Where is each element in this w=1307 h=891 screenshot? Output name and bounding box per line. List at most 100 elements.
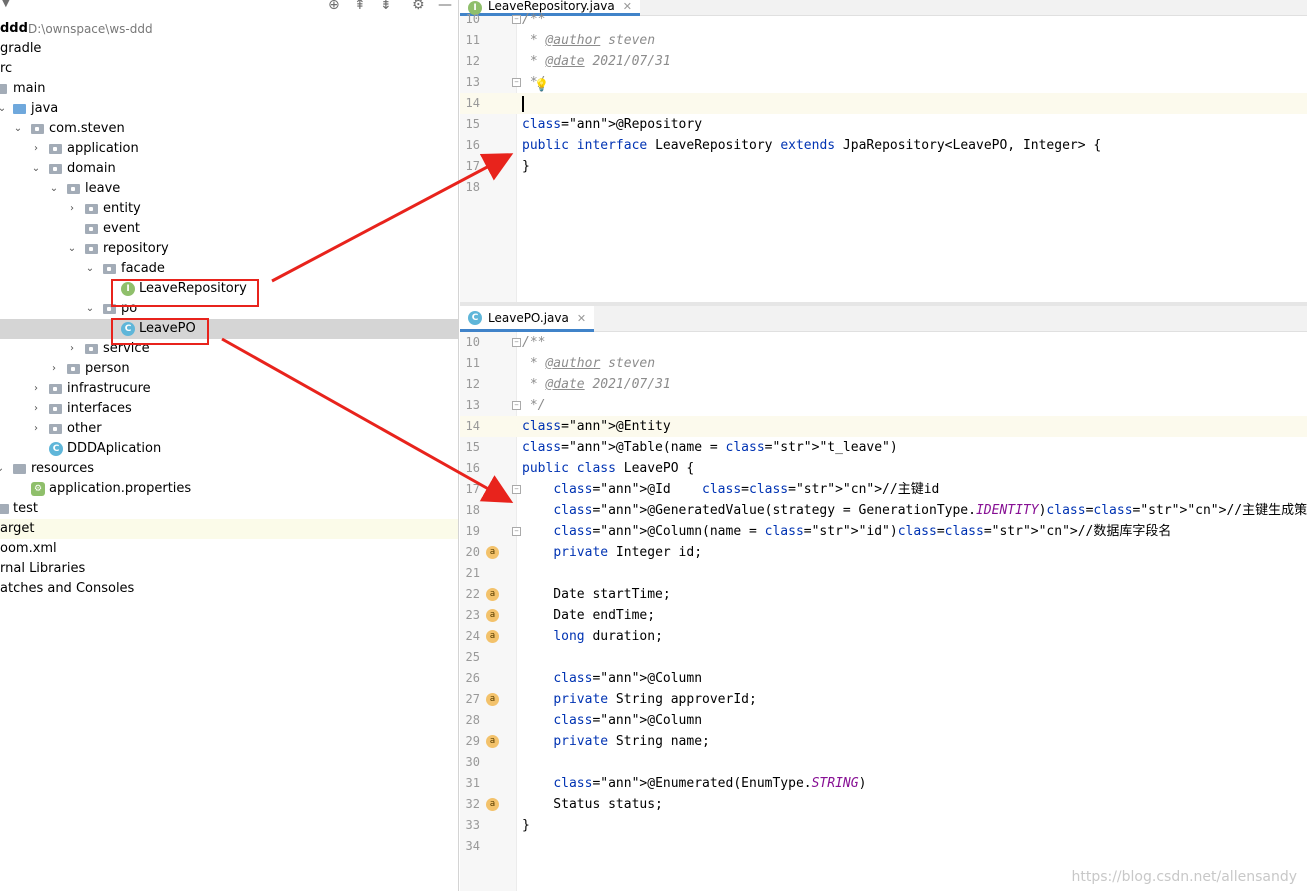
chevron-down-icon[interactable]: ⌄ <box>48 179 60 199</box>
chevron-down-icon[interactable]: ⌄ <box>84 299 96 319</box>
tree-item-external-libraries[interactable]: rnal Libraries <box>0 559 458 579</box>
dropdown-chevron-icon[interactable]: ▼ <box>2 0 10 9</box>
code-line[interactable]: 18 <box>460 177 1307 198</box>
tree-item-dddaplication[interactable]: C DDDAplication <box>0 439 458 459</box>
code-line[interactable]: 11 * @author steven <box>460 30 1307 51</box>
line-number: 25 <box>465 650 480 664</box>
project-toolbar: ▼ ⊕ ⇞ ⇟ ⚙ — <box>0 0 458 14</box>
tree-item-event[interactable]: event <box>0 219 458 239</box>
minimize-icon[interactable]: — <box>438 0 452 13</box>
tree-item-test[interactable]: test <box>0 499 458 519</box>
fold-icon[interactable]: − <box>512 401 521 410</box>
chevron-down-icon[interactable]: ⌄ <box>0 459 6 479</box>
code-line[interactable]: 25 <box>460 647 1307 668</box>
tree-item-scratches[interactable]: atches and Consoles <box>0 579 458 599</box>
tree-item-main[interactable]: main <box>0 79 458 99</box>
code-line[interactable]: 14 class="ann">@Entity <box>460 416 1307 437</box>
code-line[interactable]: 10 −/** <box>460 332 1307 353</box>
code-line[interactable]: 11 * @author steven <box>460 353 1307 374</box>
chevron-right-icon[interactable]: › <box>66 339 78 359</box>
chevron-right-icon[interactable]: › <box>48 359 60 379</box>
close-icon[interactable]: ✕ <box>577 312 586 325</box>
chevron-down-icon[interactable]: ⌄ <box>0 99 8 119</box>
chevron-right-icon[interactable]: › <box>30 139 42 159</box>
field-icon[interactable]: a <box>486 693 499 706</box>
tree-item-infrastrucure[interactable]: › infrastrucure <box>0 379 458 399</box>
tree-item-repository[interactable]: ⌄ repository <box>0 239 458 259</box>
tree-item-com-steven[interactable]: ⌄ com.steven <box>0 119 458 139</box>
field-icon[interactable]: a <box>486 609 499 622</box>
tree-item-facade[interactable]: ⌄ facade <box>0 259 458 279</box>
gear-icon[interactable]: ⚙ <box>412 0 425 13</box>
tree-item-entity[interactable]: › entity <box>0 199 458 219</box>
code-line[interactable]: 13 − */ <box>460 395 1307 416</box>
tree-item-target[interactable]: arget <box>0 519 458 539</box>
code-line[interactable]: 20 a private Integer id; <box>460 542 1307 563</box>
code-line[interactable]: 26 class="ann">@Column <box>460 668 1307 689</box>
field-icon[interactable]: a <box>486 588 499 601</box>
tree-item-service[interactable]: › service <box>0 339 458 359</box>
code-line[interactable]: 10 −/** <box>460 9 1307 30</box>
field-icon[interactable]: a <box>486 546 499 559</box>
code-line[interactable]: 29 a private String name; <box>460 731 1307 752</box>
chevron-right-icon[interactable]: › <box>30 399 42 419</box>
chevron-right-icon[interactable]: › <box>30 419 42 439</box>
code-line[interactable]: 30 <box>460 752 1307 773</box>
code-line[interactable]: 28 class="ann">@Column <box>460 710 1307 731</box>
code-line[interactable]: 16 public interface LeaveRepository exten… <box>460 135 1307 156</box>
code-line[interactable]: 33} <box>460 815 1307 836</box>
tree-item-domain[interactable]: ⌄ domain <box>0 159 458 179</box>
code-line[interactable]: 19 − class="ann">@Column(name = class="st… <box>460 521 1307 542</box>
code-line[interactable]: 12 * @date 2021/07/31 <box>460 374 1307 395</box>
chevron-down-icon[interactable]: ⌄ <box>30 159 42 179</box>
code-line[interactable]: 32 a Status status; <box>460 794 1307 815</box>
code-line[interactable]: 16 public class LeavePO { <box>460 458 1307 479</box>
collapse-icon[interactable]: ⇞ <box>354 0 366 13</box>
field-icon[interactable]: a <box>486 630 499 643</box>
code-line[interactable]: 22 a Date startTime; <box>460 584 1307 605</box>
tree-item-leave[interactable]: ⌄ leave <box>0 179 458 199</box>
code-line[interactable]: 15 class="ann">@Table(name = class="str">… <box>460 437 1307 458</box>
chevron-down-icon[interactable]: ⌄ <box>84 259 96 279</box>
chevron-right-icon[interactable]: › <box>30 379 42 399</box>
code-line[interactable]: 31 class="ann">@Enumerated(EnumType.STRI… <box>460 773 1307 794</box>
code-line[interactable]: 12 * @date 2021/07/31 <box>460 51 1307 72</box>
tree-item-java[interactable]: ⌄java <box>0 99 458 119</box>
tree-item-gradle[interactable]: gradle <box>0 39 458 59</box>
tree-item-interfaces[interactable]: › interfaces <box>0 399 458 419</box>
code-line[interactable]: 13− */💡 <box>460 72 1307 93</box>
fold-icon[interactable]: − <box>512 78 521 87</box>
code-line[interactable]: 21 <box>460 563 1307 584</box>
code-line[interactable]: 23 a Date endTime; <box>460 605 1307 626</box>
fold-icon[interactable]: − <box>512 485 521 494</box>
chevron-down-icon[interactable]: ⌄ <box>12 119 24 139</box>
fold-icon[interactable]: − <box>512 527 521 536</box>
tree-item-other[interactable]: › other <box>0 419 458 439</box>
tree-item-leavepo[interactable]: C LeavePO <box>0 319 458 339</box>
fold-icon[interactable]: − <box>512 15 521 24</box>
tab-leavepo[interactable]: C LeavePO.java ✕ <box>460 306 595 332</box>
tree-item-pom[interactable]: oom.xml <box>0 539 458 559</box>
tree-item-application-properties[interactable]: ⚙ application.properties <box>0 479 458 499</box>
code-line[interactable]: 14 <box>460 93 1307 114</box>
expand-icon[interactable]: ⇟ <box>380 0 392 13</box>
code-line[interactable]: 27 a private String approverId; <box>460 689 1307 710</box>
code-line[interactable]: 15 class="ann">@Repository <box>460 114 1307 135</box>
line-number: 15 <box>465 117 480 131</box>
tree-item-person[interactable]: › person <box>0 359 458 379</box>
code-line[interactable]: 18 class="ann">@GeneratedValue(strategy … <box>460 500 1307 521</box>
fold-icon[interactable]: − <box>512 338 521 347</box>
tree-root[interactable]: ddd D:\ownspace\ws-ddd <box>0 19 458 39</box>
tree-item-src[interactable]: rc <box>0 59 458 79</box>
code-line[interactable]: 17} <box>460 156 1307 177</box>
chevron-down-icon[interactable]: ⌄ <box>66 239 78 259</box>
field-icon[interactable]: a <box>486 735 499 748</box>
code-line[interactable]: 24 a long duration; <box>460 626 1307 647</box>
locate-icon[interactable]: ⊕ <box>328 0 340 13</box>
tree-item-resources[interactable]: ⌄resources <box>0 459 458 479</box>
tree-item-application[interactable]: › application <box>0 139 458 159</box>
code-line[interactable]: 17 − class="ann">@Id class=class="str">"c… <box>460 479 1307 500</box>
chevron-right-icon[interactable]: › <box>66 199 78 219</box>
field-icon[interactable]: a <box>486 798 499 811</box>
code-line[interactable]: 34 <box>460 836 1307 857</box>
